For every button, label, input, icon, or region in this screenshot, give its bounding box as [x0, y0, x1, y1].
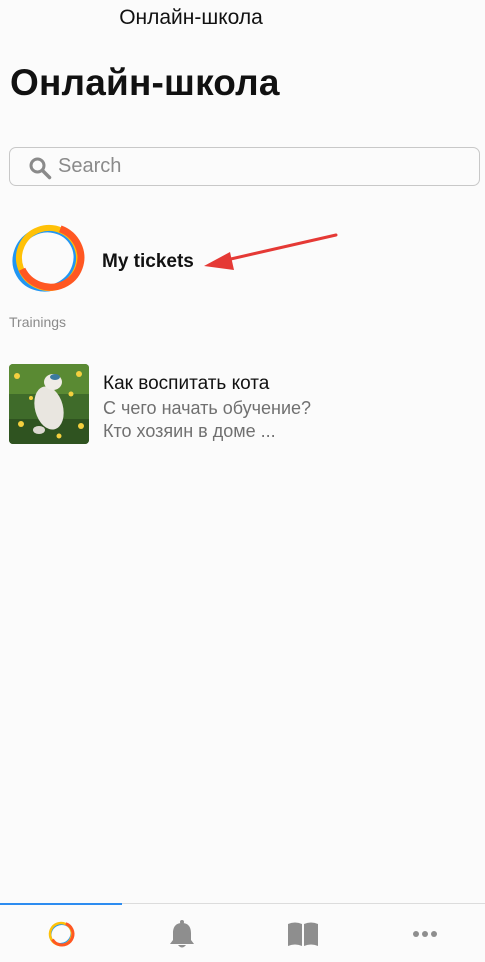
section-header-trainings: Trainings: [9, 314, 67, 330]
my-tickets-label: My tickets: [102, 251, 194, 272]
search-bar[interactable]: [9, 147, 480, 186]
tab-more[interactable]: [364, 904, 485, 962]
tab-notifications[interactable]: [121, 904, 242, 962]
search-icon: [29, 157, 52, 180]
school-logo-icon: [12, 223, 85, 292]
more-icon: [412, 930, 437, 937]
tab-library[interactable]: [242, 904, 363, 962]
tab-home[interactable]: [0, 904, 121, 962]
tab-bar: [0, 903, 485, 962]
training-list-item[interactable]: Как воспитать кота С чего начать обучени…: [9, 364, 479, 448]
page-title: Онлайн-школа: [10, 62, 280, 103]
training-title: Как воспитать кота: [103, 373, 270, 394]
annotation-arrow: [204, 233, 338, 270]
school-logo-icon: [48, 921, 74, 946]
training-subtitle-line-1: С чего начать обучение?: [103, 398, 312, 418]
search-input[interactable]: [58, 148, 468, 185]
bell-icon: [169, 919, 194, 947]
training-subtitle-line-2: Кто хозяин в доме ...: [103, 421, 276, 441]
book-icon: [287, 922, 318, 946]
app-screen: Онлайн-школа Онлайн-школа My tickets Tra…: [0, 0, 485, 962]
cat-photo-thumbnail: [9, 364, 89, 444]
nav-title: Онлайн-школа: [119, 6, 263, 29]
